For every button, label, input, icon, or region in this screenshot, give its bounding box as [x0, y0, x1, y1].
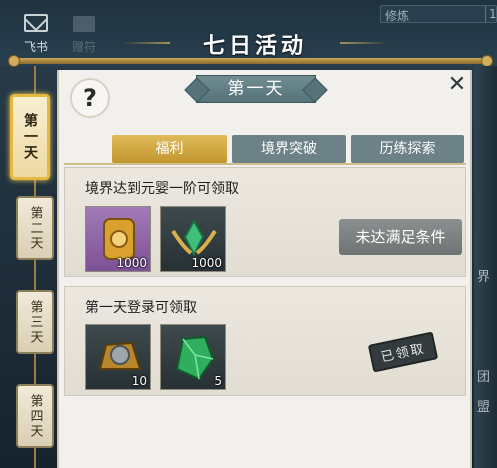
day-tab-1[interactable]: 第一天 [10, 94, 50, 180]
right-edge-decoration: 界 团 盟 [474, 66, 497, 468]
envelope-icon [24, 14, 48, 32]
close-icon[interactable]: ✕ [446, 74, 468, 96]
day-tab-label: 第四天 [27, 393, 43, 439]
field-divider [485, 6, 486, 22]
day-tab-2[interactable]: 第二天 [16, 196, 54, 260]
mail-label: 飞书 [23, 40, 48, 54]
top-right-field[interactable]: 修炼 1 [380, 5, 497, 23]
top-right-number: 1 [489, 7, 497, 21]
rod-cap-left [8, 55, 20, 67]
item-quantity: 10 [131, 374, 147, 388]
right-edge-char: 界 [477, 270, 491, 285]
reward-item[interactable]: 1000 [85, 206, 151, 272]
reward-item[interactable]: 10 [85, 324, 151, 390]
reward-item[interactable]: 1000 [160, 206, 226, 272]
help-button[interactable]: ? [70, 78, 110, 118]
item-quantity: 1000 [116, 256, 147, 270]
gift-label: 赠符 [71, 40, 96, 54]
day-tab-label: 第三天 [27, 299, 43, 345]
day-tab-4[interactable]: 第四天 [16, 384, 54, 448]
day-banner: 第一天 [196, 75, 316, 103]
tab-divider [64, 163, 466, 165]
day-tab-3[interactable]: 第三天 [16, 290, 54, 354]
top-right-text: 修炼 [385, 9, 410, 23]
mail-button[interactable]: 飞书 [16, 12, 56, 56]
page-title: 七日活动 [122, 28, 360, 60]
right-edge-char: 盟 [477, 400, 491, 415]
tab-welfare[interactable]: 福利 [112, 135, 227, 163]
day-tab-label: 第一天 [22, 113, 38, 161]
gift-button[interactable]: 赠符 [64, 12, 104, 56]
reward-item[interactable]: 5 [160, 324, 226, 390]
gold-rod [12, 58, 487, 64]
tab-training-exploration[interactable]: 历练探索 [351, 135, 464, 163]
item-quantity: 1000 [191, 256, 222, 270]
right-edge-char: 团 [477, 370, 491, 385]
unmet-condition-button[interactable]: 未达满足条件 [339, 219, 462, 255]
tab-realm-breakthrough[interactable]: 境界突破 [232, 135, 346, 163]
reward-condition: 第一天登录可领取 [85, 300, 197, 316]
item-quantity: 5 [214, 374, 222, 388]
gift-icon [73, 16, 95, 32]
reward-condition: 境界达到元婴一阶可领取 [85, 181, 239, 197]
day-tab-label: 第二天 [27, 205, 43, 251]
